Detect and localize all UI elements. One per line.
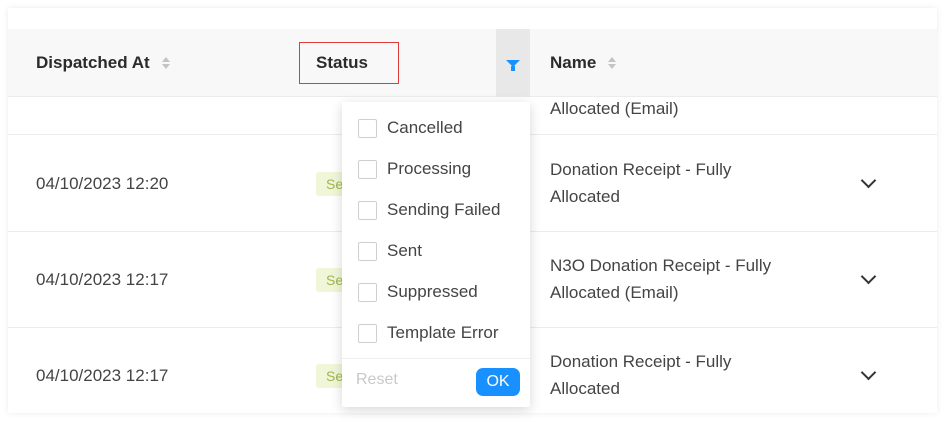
filter-option-processing[interactable]: Processing: [358, 157, 471, 181]
filter-option-label: Sent: [387, 241, 422, 260]
dispatched-at-cell: 04/10/2023 12:17: [36, 366, 169, 385]
checkbox[interactable]: [358, 241, 377, 261]
checkbox[interactable]: [358, 323, 377, 343]
chevron-down-icon[interactable]: [860, 172, 877, 189]
status-filter-dropdown: Cancelled Processing Sending Failed Sent…: [342, 102, 530, 407]
filter-option-label: Template Error: [387, 323, 499, 342]
column-header-label: Name: [550, 53, 597, 72]
filter-option-label: Sending Failed: [387, 200, 501, 219]
column-header-dispatched-at[interactable]: Dispatched At: [36, 29, 170, 97]
table-header: Dispatched At Status Name: [8, 29, 937, 97]
checkbox[interactable]: [358, 200, 377, 220]
sort-icon[interactable]: [608, 57, 617, 69]
filter-option-suppressed[interactable]: Suppressed: [358, 280, 478, 304]
filter-option-sending-failed[interactable]: Sending Failed: [358, 198, 500, 222]
chevron-down-icon[interactable]: [860, 268, 877, 285]
column-header-status[interactable]: Status: [299, 42, 399, 84]
ok-button[interactable]: OK: [476, 368, 520, 396]
filter-option-label: Suppressed: [387, 282, 478, 301]
filter-option-label: Cancelled: [387, 118, 463, 137]
name-cell-line2: Allocated (Email): [550, 283, 679, 302]
name-cell: Allocated (Email): [550, 99, 679, 118]
name-cell-line2: Allocated: [550, 379, 620, 398]
dispatched-at-cell: 04/10/2023 12:20: [36, 174, 169, 193]
filter-option-label: Processing: [387, 159, 472, 178]
filter-icon: [506, 59, 520, 71]
name-cell-line1: N3O Donation Receipt - Fully: [550, 256, 772, 275]
name-cell-line2: Allocated: [550, 187, 620, 206]
name-cell-line1: Donation Receipt - Fully: [550, 160, 732, 179]
filter-option-sent[interactable]: Sent: [358, 239, 422, 263]
column-header-label: Status: [316, 53, 368, 72]
column-header-label: Dispatched At: [36, 53, 150, 72]
filter-button[interactable]: [496, 29, 530, 97]
dropdown-footer: Reset OK: [342, 358, 530, 407]
filter-option-cancelled[interactable]: Cancelled: [358, 116, 463, 140]
filter-option-template-error[interactable]: Template Error: [358, 321, 498, 345]
column-header-name[interactable]: Name: [550, 29, 617, 97]
checkbox[interactable]: [358, 159, 377, 179]
checkbox[interactable]: [358, 118, 377, 138]
reset-button[interactable]: Reset: [356, 371, 398, 389]
chevron-down-icon[interactable]: [860, 364, 877, 381]
name-cell-line1: Donation Receipt - Fully: [550, 352, 732, 371]
sort-icon[interactable]: [161, 57, 170, 69]
dispatched-at-cell: 04/10/2023 12:17: [36, 270, 169, 289]
checkbox[interactable]: [358, 282, 377, 302]
